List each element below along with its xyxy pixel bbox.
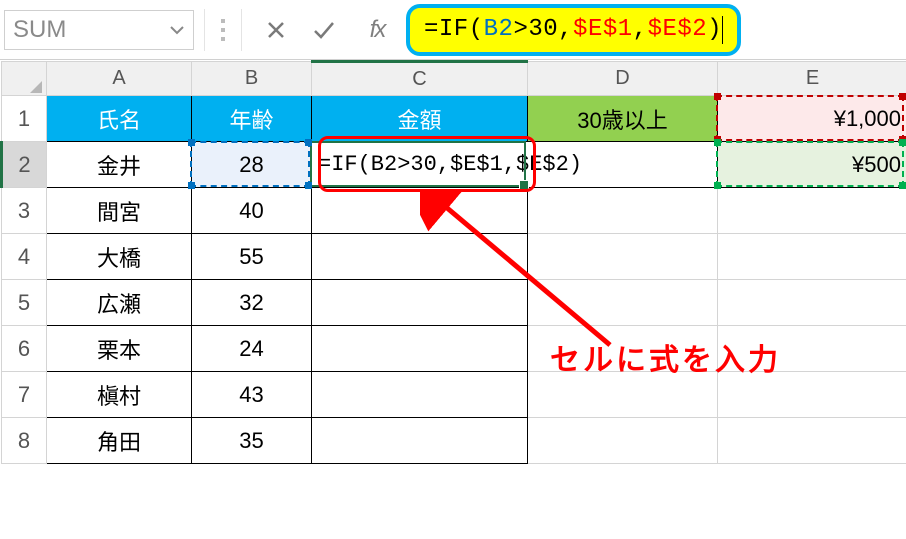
cell-E3[interactable] xyxy=(718,188,906,234)
formula-part: IF xyxy=(439,16,469,43)
cell-E7[interactable] xyxy=(718,372,906,418)
cell-C5[interactable] xyxy=(312,280,528,326)
cell-A3[interactable]: 間宮 xyxy=(47,188,192,234)
cell-B3[interactable]: 40 xyxy=(192,188,312,234)
cell-B7[interactable]: 43 xyxy=(192,372,312,418)
formula-part: = xyxy=(424,16,439,43)
cell-D1[interactable]: 30歳以上 xyxy=(528,96,718,142)
cell-A7[interactable]: 槇村 xyxy=(47,372,192,418)
cell-C3[interactable] xyxy=(312,188,528,234)
row-header[interactable]: 6 xyxy=(2,326,47,372)
cell-A2[interactable]: 金井 xyxy=(47,142,192,188)
cell-B1[interactable]: 年齢 xyxy=(192,96,312,142)
cell-C6[interactable] xyxy=(312,326,528,372)
formula-ref: B2 xyxy=(484,16,514,43)
row-header[interactable]: 3 xyxy=(2,188,47,234)
cell-B5[interactable]: 32 xyxy=(192,280,312,326)
cell-C4[interactable] xyxy=(312,234,528,280)
cell-E4[interactable] xyxy=(718,234,906,280)
chevron-down-icon[interactable] xyxy=(169,22,185,38)
cell-E8[interactable] xyxy=(718,418,906,464)
confirm-button[interactable] xyxy=(300,10,348,50)
cell-C8[interactable] xyxy=(312,418,528,464)
cell-E2[interactable]: ¥500 xyxy=(718,142,906,188)
col-header-B[interactable]: B xyxy=(192,62,312,96)
select-all-corner[interactable] xyxy=(2,62,47,96)
formula-part: ) xyxy=(707,16,722,43)
name-box-value: SUM xyxy=(13,16,66,44)
cell-D5[interactable] xyxy=(528,280,718,326)
cell-D8[interactable] xyxy=(528,418,718,464)
cell-C1[interactable]: 金額 xyxy=(312,96,528,142)
row-header[interactable]: 1 xyxy=(2,96,47,142)
name-box[interactable]: SUM xyxy=(4,10,194,50)
cell-D3[interactable] xyxy=(528,188,718,234)
row-header[interactable]: 4 xyxy=(2,234,47,280)
insert-function-button[interactable]: fx xyxy=(348,16,406,44)
cell-B6[interactable]: 24 xyxy=(192,326,312,372)
formula-part: , xyxy=(633,16,648,43)
text-cursor xyxy=(722,16,723,44)
grip-icon xyxy=(215,19,231,41)
cell-D6[interactable] xyxy=(528,326,718,372)
formula-bar: SUM fx = IF ( B2 >30, $E$1 , $E$2 ) xyxy=(0,0,906,60)
cell-E5[interactable] xyxy=(718,280,906,326)
formula-ref: $E$1 xyxy=(573,16,633,43)
cell-A4[interactable]: 大橋 xyxy=(47,234,192,280)
cell-B8[interactable]: 35 xyxy=(192,418,312,464)
formula-input[interactable]: = IF ( B2 >30, $E$1 , $E$2 ) xyxy=(406,4,741,56)
row-header[interactable]: 8 xyxy=(2,418,47,464)
cell-B2[interactable]: 28 xyxy=(192,142,312,188)
cell-A1[interactable]: 氏名 xyxy=(47,96,192,142)
divider xyxy=(204,9,205,51)
cell-A6[interactable]: 栗本 xyxy=(47,326,192,372)
cell-E6[interactable] xyxy=(718,326,906,372)
row-header[interactable]: 5 xyxy=(2,280,47,326)
cell-C7[interactable] xyxy=(312,372,528,418)
col-header-A[interactable]: A xyxy=(47,62,192,96)
cell-E1[interactable]: ¥1,000 xyxy=(718,96,906,142)
formula-ref: $E$2 xyxy=(648,16,708,43)
col-header-D[interactable]: D xyxy=(528,62,718,96)
cell-D7[interactable] xyxy=(528,372,718,418)
cell-C2-editing[interactable]: =IF(B2>30,$E$1,$E$2) xyxy=(312,142,718,188)
col-header-E[interactable]: E xyxy=(718,62,906,96)
spreadsheet-grid[interactable]: A B C D E 1 氏名 年齢 金額 30歳以上 ¥1,000 2 金井 2… xyxy=(0,60,906,464)
row-header[interactable]: 2 xyxy=(2,142,47,188)
formula-part: ( xyxy=(469,16,484,43)
cell-B4[interactable]: 55 xyxy=(192,234,312,280)
cancel-button[interactable] xyxy=(252,10,300,50)
cell-A5[interactable]: 広瀬 xyxy=(47,280,192,326)
cell-D4[interactable] xyxy=(528,234,718,280)
formula-part: >30, xyxy=(513,16,573,43)
cell-A8[interactable]: 角田 xyxy=(47,418,192,464)
col-header-C[interactable]: C xyxy=(312,62,528,96)
row-header[interactable]: 7 xyxy=(2,372,47,418)
divider xyxy=(241,9,242,51)
